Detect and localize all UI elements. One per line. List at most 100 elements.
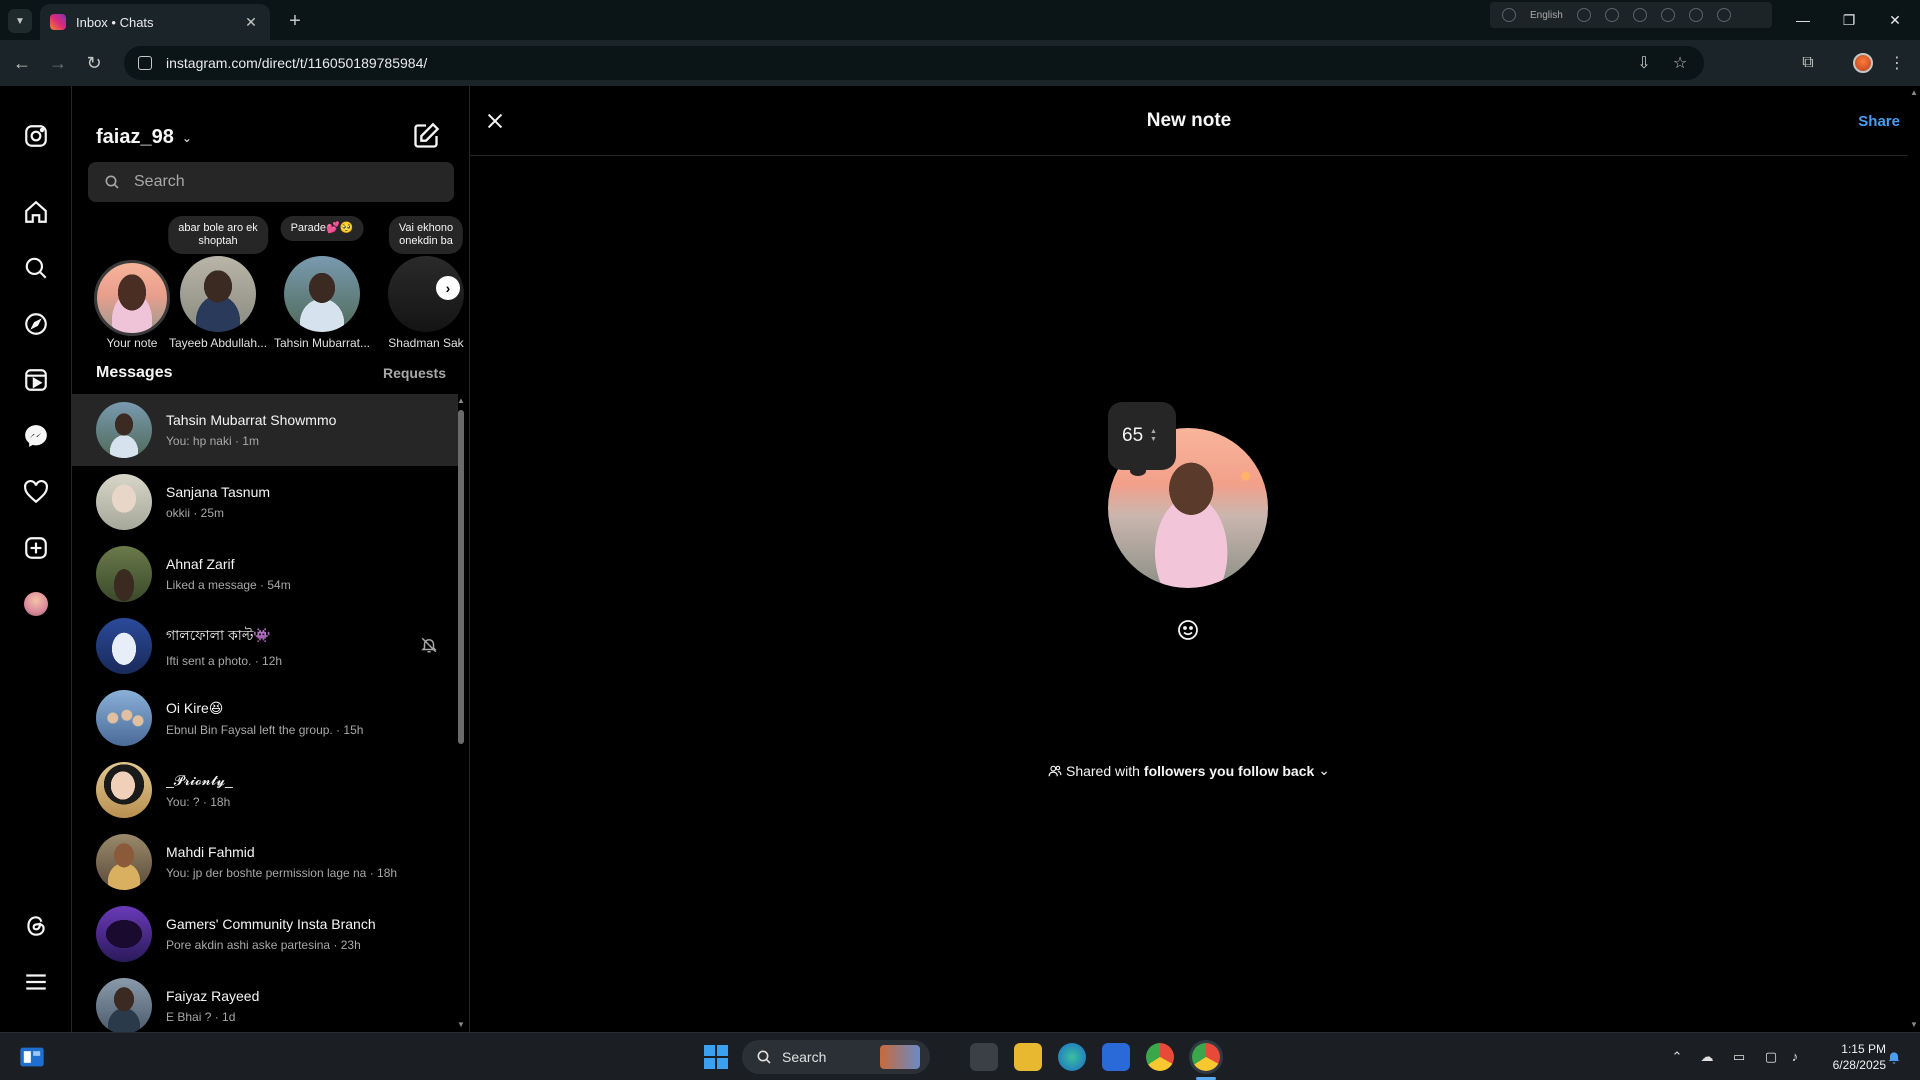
avatar xyxy=(180,256,256,332)
taskbar-search[interactable]: Search xyxy=(742,1040,930,1074)
note-item[interactable]: abar bole aro ek shoptah Tayeeb Abdullah… xyxy=(168,216,268,356)
forward-button[interactable]: → xyxy=(46,51,70,75)
create-plus-icon[interactable] xyxy=(22,534,50,562)
search-input[interactable] xyxy=(134,173,434,191)
network-icon[interactable]: ▢ xyxy=(1762,1049,1780,1065)
page-scrollbar[interactable]: ▲ ▼ xyxy=(1908,86,1920,1032)
conversation-item[interactable]: Mahdi Fahmid You: jp der boshte permissi… xyxy=(72,826,458,898)
conversation-item[interactable]: গালফোলা কাল্ট👾 Ifti sent a photo. · 12h xyxy=(72,610,458,682)
home-icon[interactable] xyxy=(22,198,50,226)
task-view-icon[interactable] xyxy=(970,1043,998,1071)
back-button[interactable]: ← xyxy=(10,51,34,75)
scroll-thumb[interactable] xyxy=(458,410,464,744)
shared-audience: followers you follow back xyxy=(1143,762,1315,779)
notes-row: Your note abar bole aro ek shoptah Tayee… xyxy=(72,216,469,356)
avatar xyxy=(96,978,152,1032)
windows-taskbar: Search ⌃ ☁ ▭ ▢ ♪ 1:15 PM 6/28/2025 xyxy=(0,1032,1920,1080)
address-bar[interactable]: instagram.com/direct/t/116050189785984/ … xyxy=(124,46,1704,80)
close-window-button[interactable]: ✕ xyxy=(1872,8,1918,32)
gear-icon[interactable] xyxy=(1632,8,1647,22)
help-icon[interactable] xyxy=(1688,8,1703,22)
clock-date: 6/28/2025 xyxy=(1832,1058,1886,1072)
audience-selector[interactable]: Shared with followers you follow back ⌄ xyxy=(470,762,1908,779)
notification-bell-icon[interactable] xyxy=(1886,1049,1902,1065)
messenger-icon[interactable] xyxy=(22,422,50,450)
conversation-list: Tahsin Mubarrat Showmmo You: hp naki · 1… xyxy=(72,394,458,1032)
install-app-icon[interactable]: ⇩ xyxy=(1634,53,1654,73)
profile-button[interactable] xyxy=(1852,52,1874,74)
keyboard-icon[interactable]: ▭ xyxy=(1730,1049,1748,1065)
explore-compass-icon[interactable] xyxy=(22,310,50,338)
tab-list-button[interactable]: ▼ xyxy=(8,9,32,33)
extensions-puzzle-icon[interactable]: ⧉ xyxy=(1797,52,1819,74)
inbox-scrollbar[interactable]: ▲ ▼ xyxy=(456,396,466,1032)
stepper-down-icon[interactable]: ▼ xyxy=(1150,436,1157,444)
reels-icon[interactable] xyxy=(22,366,50,394)
url-text[interactable]: instagram.com/direct/t/116050189785984/ xyxy=(166,55,1618,71)
new-message-button[interactable] xyxy=(412,122,440,150)
volume-icon[interactable]: ♪ xyxy=(1786,1049,1804,1065)
taskbar-search-label: Search xyxy=(782,1049,827,1065)
note-input[interactable] xyxy=(1122,425,1150,447)
tab-close-icon[interactable]: ✕ xyxy=(242,13,260,31)
note-item[interactable]: Parade💕🥺 Tahsin Mubarrat... xyxy=(272,216,372,356)
widgets-button[interactable] xyxy=(18,1043,46,1071)
stepper-up-icon[interactable]: ▲ xyxy=(1150,428,1157,436)
file-explorer-icon[interactable] xyxy=(1014,1043,1042,1071)
tray-overflow-icon[interactable]: ⌃ xyxy=(1668,1049,1686,1065)
onedrive-icon[interactable]: ☁ xyxy=(1698,1049,1716,1065)
restore-button[interactable]: ❐ xyxy=(1826,8,1872,32)
inbox-panel: faiaz_98 ⌄ Your note abar bole aro ek sh… xyxy=(72,86,470,1032)
site-info-icon[interactable] xyxy=(138,56,152,70)
chrome-icon[interactable] xyxy=(1146,1043,1174,1071)
threads-icon[interactable] xyxy=(22,912,50,940)
info-icon[interactable] xyxy=(1716,8,1731,22)
minimize-button[interactable]: — xyxy=(1780,8,1826,32)
chevron-down-icon: ▼ xyxy=(15,15,25,27)
extension-icon[interactable] xyxy=(1604,8,1619,22)
store-icon[interactable] xyxy=(1102,1043,1130,1071)
notes-next-button[interactable]: › xyxy=(436,276,460,300)
edge-icon[interactable] xyxy=(1058,1043,1086,1071)
account-switcher[interactable]: faiaz_98 ⌄ xyxy=(96,126,192,149)
extension-icon[interactable] xyxy=(1576,8,1591,22)
requests-link[interactable]: Requests xyxy=(383,365,446,381)
conversation-item[interactable]: Oi Kire😆 Ebnul Bin Faysal left the group… xyxy=(72,682,458,754)
profile-nav-button[interactable] xyxy=(22,590,50,618)
new-tab-button[interactable]: + xyxy=(282,8,308,34)
more-menu-icon[interactable] xyxy=(22,968,50,996)
emoji-button[interactable] xyxy=(1176,618,1200,642)
note-name: Shadman Sak xyxy=(388,336,464,350)
conversation-item[interactable]: _𝓟𝓻𝓲𝓸𝓷𝓽𝔂_ You: ? · 18h xyxy=(72,754,458,826)
browser-menu-icon[interactable]: ⋮ xyxy=(1886,52,1908,74)
start-button[interactable] xyxy=(704,1045,728,1069)
search-box[interactable] xyxy=(88,162,454,202)
scroll-down-arrow-icon[interactable]: ▼ xyxy=(456,1020,466,1030)
note-stepper[interactable]: ▲ ▼ xyxy=(1150,428,1157,444)
chrome-active-icon[interactable] xyxy=(1192,1043,1220,1071)
conversation-item[interactable]: Ahnaf Zarif Liked a message · 54m xyxy=(72,538,458,610)
scroll-down-arrow-icon[interactable]: ▼ xyxy=(1910,1020,1918,1029)
conversation-name: Ahnaf Zarif xyxy=(166,556,235,572)
note-bubble: Vai ekhono onekdin ba xyxy=(388,216,464,254)
search-icon[interactable] xyxy=(22,254,50,282)
taskbar-clock[interactable]: 1:15 PM 6/28/2025 xyxy=(1810,1041,1886,1073)
reload-button[interactable]: ↻ xyxy=(82,51,106,75)
extension-language-label[interactable]: English xyxy=(1530,10,1563,21)
conversation-item[interactable]: Faiyaz Rayeed E Bhai ? · 1d xyxy=(72,970,458,1032)
scroll-up-arrow-icon[interactable]: ▲ xyxy=(456,396,466,406)
note-bubble[interactable]: ▲ ▼ xyxy=(1108,402,1176,470)
instagram-logo-icon[interactable] xyxy=(22,122,50,150)
browser-tab-active[interactable]: Inbox • Chats ✕ xyxy=(40,4,270,40)
extension-icon[interactable] xyxy=(1660,8,1675,22)
conversation-item[interactable]: Tahsin Mubarrat Showmmo You: hp naki · 1… xyxy=(72,394,458,466)
new-note-panel: New note Share ▲ ▼ Shared with followers… xyxy=(470,86,1908,1032)
extension-strip: English xyxy=(1490,2,1772,28)
scroll-up-arrow-icon[interactable]: ▲ xyxy=(1910,88,1918,97)
heart-notifications-icon[interactable] xyxy=(22,478,50,506)
note-item-your-note[interactable]: Your note xyxy=(82,216,182,356)
extension-icon[interactable] xyxy=(1502,8,1516,22)
bookmark-star-icon[interactable]: ☆ xyxy=(1670,53,1690,73)
conversation-item[interactable]: Sanjana Tasnum okkii · 25m xyxy=(72,466,458,538)
conversation-item[interactable]: Gamers' Community Insta Branch Pore akdi… xyxy=(72,898,458,970)
